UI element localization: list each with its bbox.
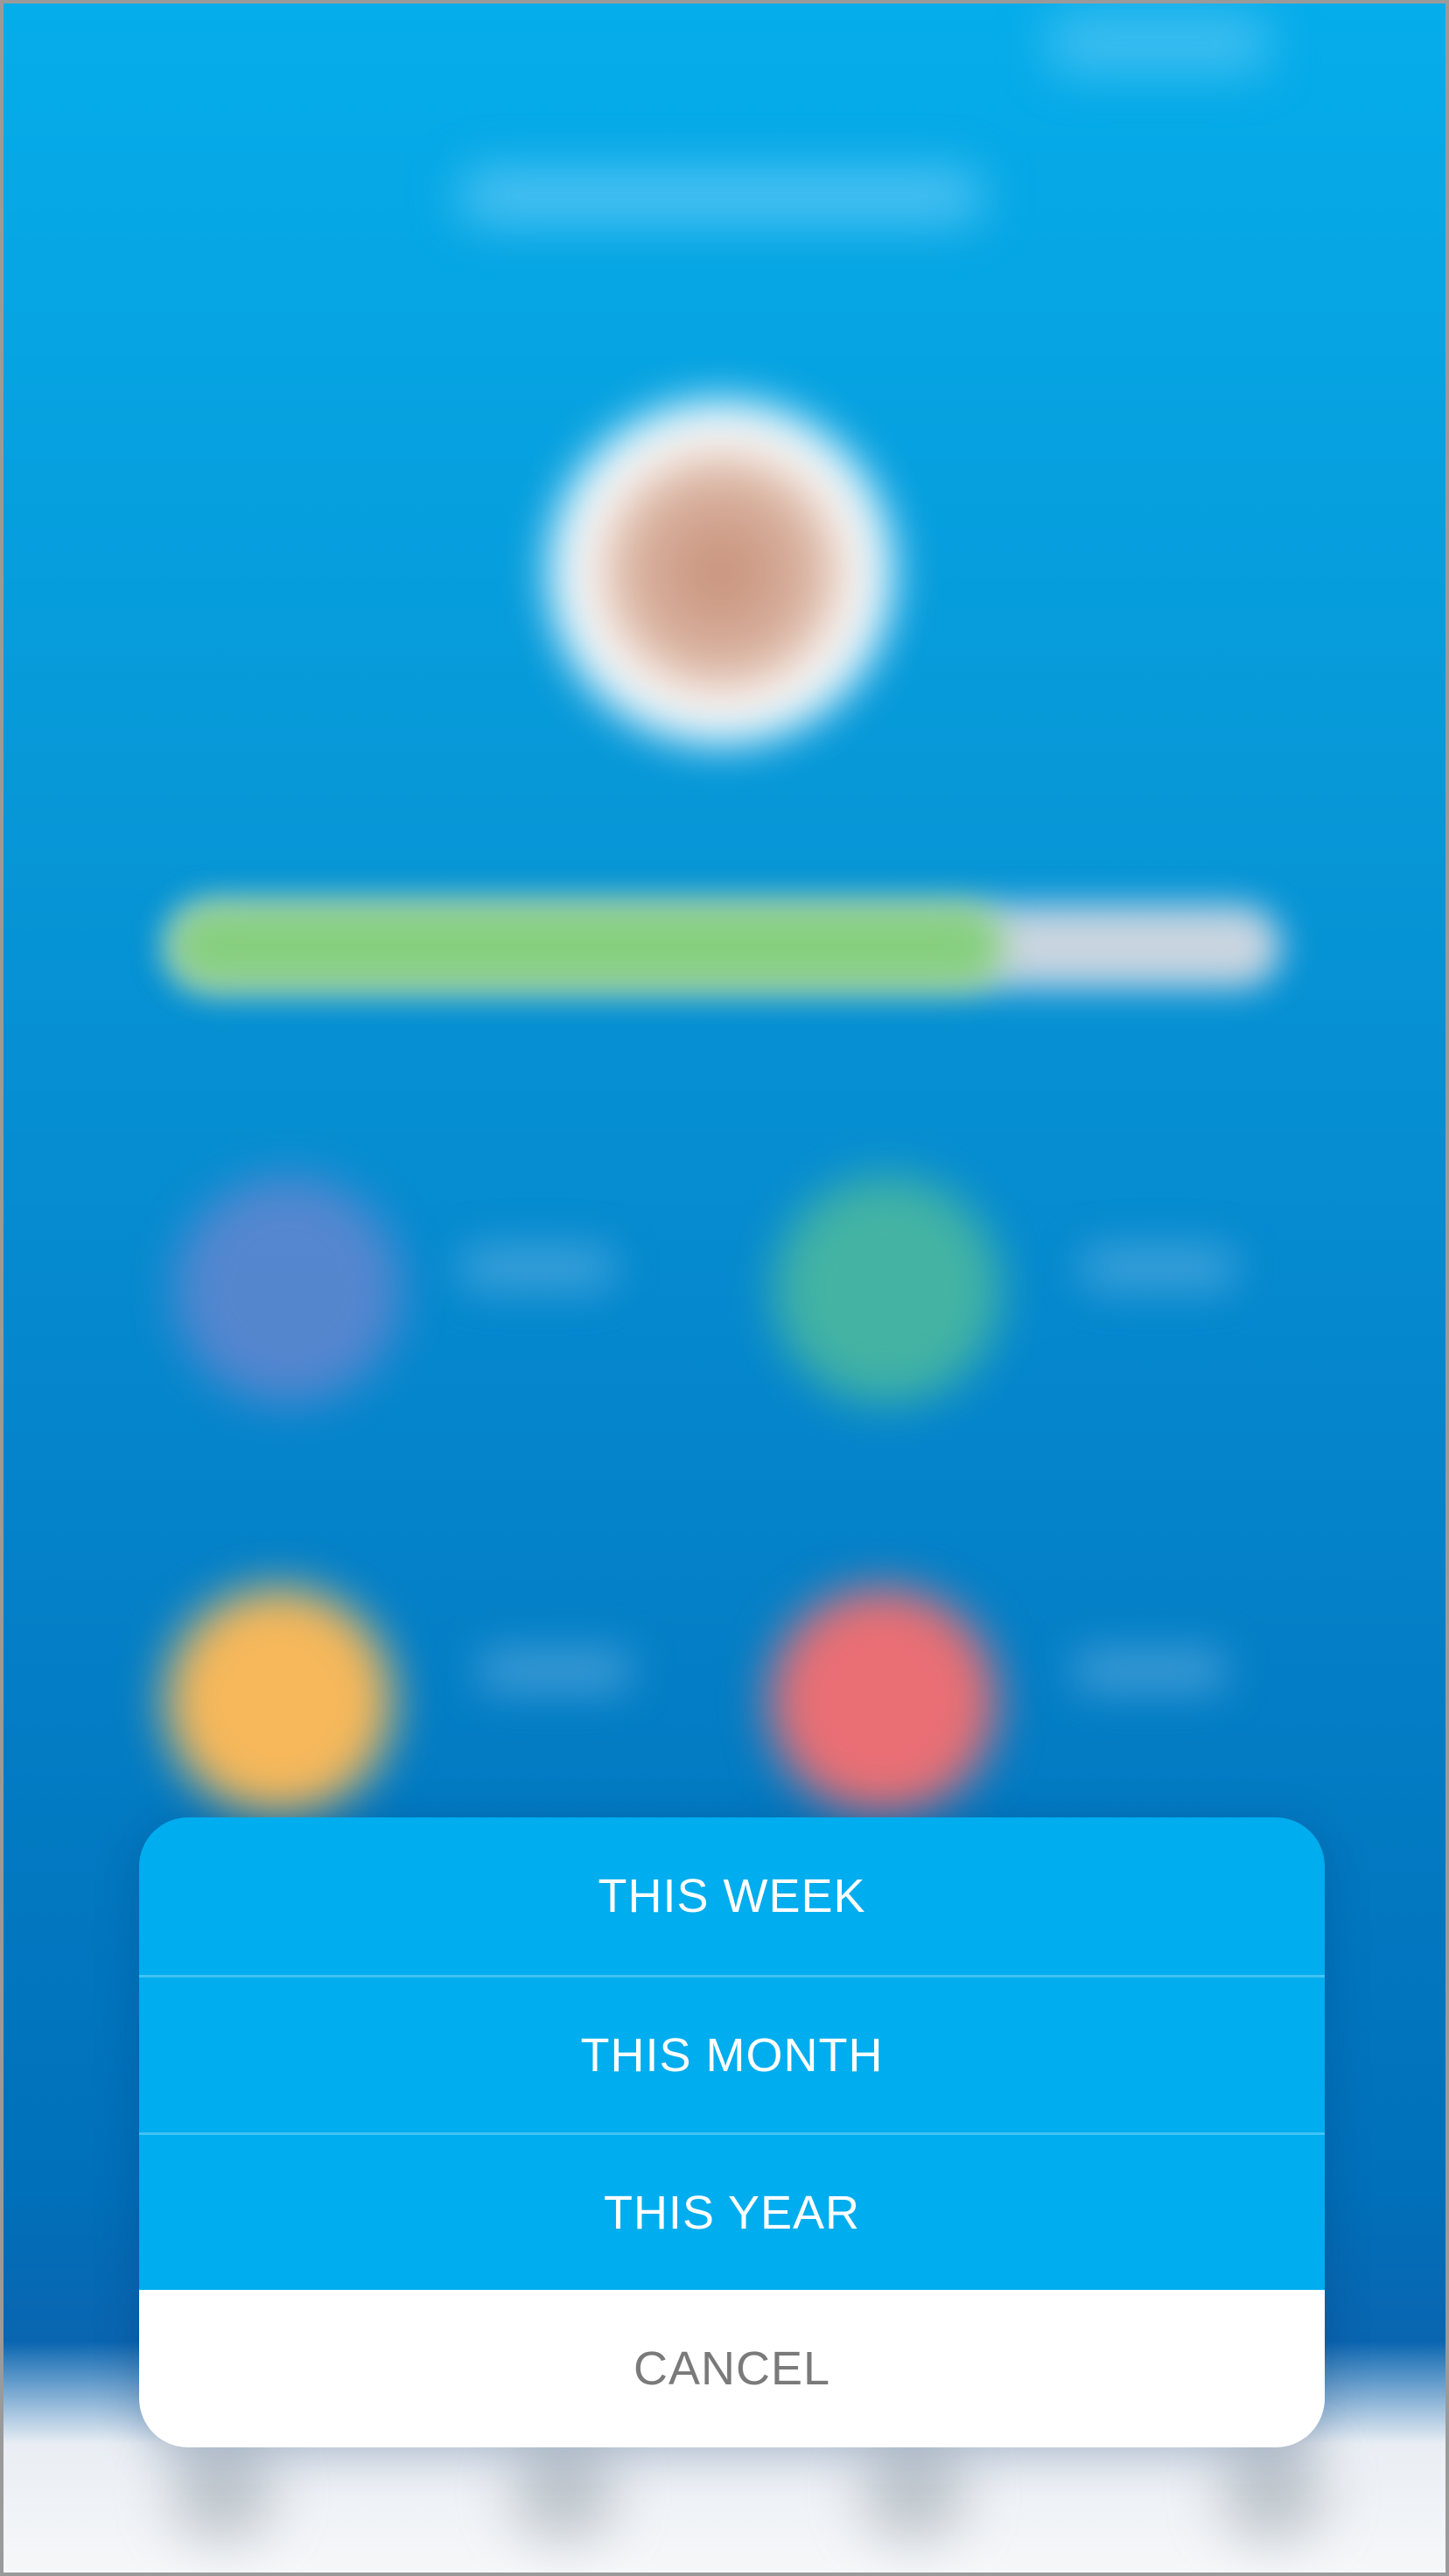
tab-icon-blurred: [1220, 2445, 1325, 2541]
stat-label-blurred: [1071, 1648, 1228, 1692]
period-action-sheet: THIS WEEK THIS MONTH THIS YEAR CANCEL: [139, 1817, 1325, 2447]
header-action-blurred: [1045, 12, 1272, 74]
cancel-button[interactable]: CANCEL: [139, 2290, 1325, 2447]
option-this-year[interactable]: THIS YEAR: [139, 2132, 1325, 2290]
avatar-blurred: [537, 388, 905, 756]
stat-circle-red-blurred: [769, 1587, 997, 1815]
stat-circle-green-blurred: [774, 1176, 1001, 1404]
stat-label-blurred: [458, 1246, 616, 1290]
stat-circle-purple-blurred: [174, 1176, 402, 1404]
tab-icon-blurred: [861, 2445, 966, 2541]
tab-icon-blurred: [511, 2445, 616, 2541]
option-this-month[interactable]: THIS MONTH: [139, 1975, 1325, 2132]
screen: THIS WEEK THIS MONTH THIS YEAR CANCEL: [0, 0, 1449, 2576]
tab-icon-blurred: [170, 2445, 275, 2541]
page-title-blurred: [458, 170, 984, 222]
option-this-week[interactable]: THIS WEEK: [139, 1817, 1325, 1975]
stat-label-blurred: [476, 1648, 634, 1692]
stat-circle-orange-blurred: [165, 1587, 393, 1815]
progress-fill-blurred: [170, 905, 1004, 988]
stat-label-blurred: [1080, 1246, 1237, 1290]
